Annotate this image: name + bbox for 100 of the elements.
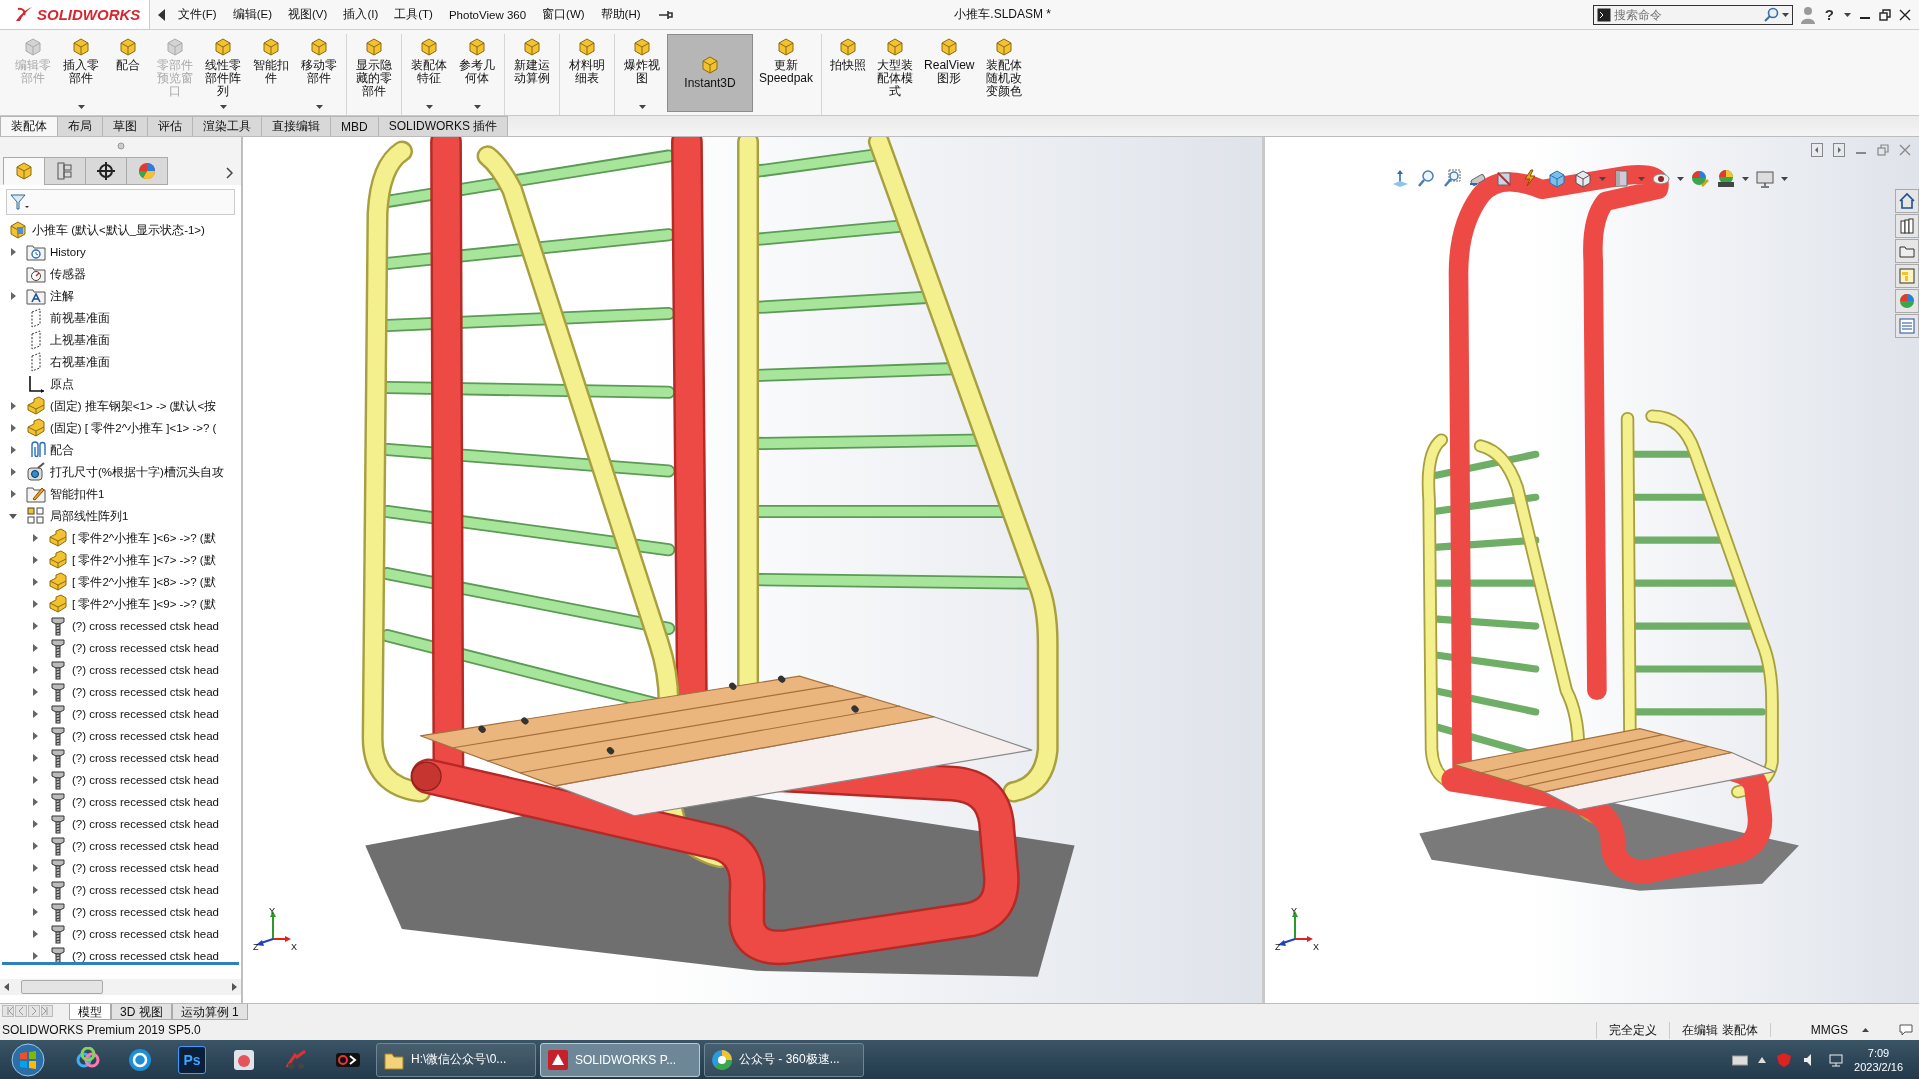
expand-arrow-icon[interactable] xyxy=(9,468,17,476)
tree-item[interactable]: (?) cross recessed ctsk head xyxy=(72,620,219,632)
menu-item[interactable]: 工具(T) xyxy=(388,4,439,25)
command-tab[interactable]: 直接编辑 xyxy=(261,116,331,136)
menu-item[interactable]: 插入(I) xyxy=(337,4,385,25)
scrollbar-thumb[interactable] xyxy=(21,980,103,994)
caret-up-icon[interactable] xyxy=(1862,1028,1869,1032)
toolbar-button[interactable]: 插入零部件 xyxy=(58,34,104,112)
search-field[interactable]: 搜索命令 xyxy=(1592,4,1793,25)
chevron-right-icon[interactable] xyxy=(226,167,233,179)
task-pane-tab[interactable] xyxy=(1895,314,1919,338)
command-tab[interactable]: SOLIDWORKS 插件 xyxy=(377,116,509,136)
tree-item[interactable]: [ 零件2^小推车 ]<8> ->? (默 xyxy=(72,574,216,590)
toolbar-button[interactable]: 配合 xyxy=(106,34,150,112)
tree-item[interactable]: 前视基准面 xyxy=(50,310,110,326)
tree-item[interactable]: 小推车 (默认<默认_显示状态-1>) xyxy=(32,222,205,238)
circle-app-icon[interactable] xyxy=(127,1046,153,1073)
collapse-caret-icon[interactable] xyxy=(158,8,166,21)
tree-item[interactable]: 打孔尺寸(%根据十字)槽沉头自攻 xyxy=(50,464,224,480)
tree-item[interactable]: (?) cross recessed ctsk head xyxy=(72,950,219,962)
wire-cube-icon[interactable] xyxy=(1573,169,1593,189)
tree-item[interactable]: (?) cross recessed ctsk head xyxy=(72,884,219,896)
expand-arrow-icon[interactable] xyxy=(31,842,39,850)
task-pane-tab[interactable] xyxy=(1895,289,1919,313)
toolbar-button[interactable]: 更新 Speedpak xyxy=(755,34,818,112)
expand-arrow-icon[interactable] xyxy=(31,600,39,608)
expand-arrow-icon[interactable] xyxy=(31,622,39,630)
toolbar-button[interactable]: 参考几何体 xyxy=(454,34,500,112)
taskbar-button[interactable]: H:\微信公众号\0... xyxy=(376,1042,536,1077)
document-tab[interactable]: 运动算例 1 xyxy=(171,1004,248,1020)
expand-arrow-icon[interactable] xyxy=(31,886,39,894)
tile-left-icon[interactable] xyxy=(1811,143,1823,157)
tree-item[interactable]: (?) cross recessed ctsk head xyxy=(72,796,219,808)
tree-item[interactable]: History xyxy=(50,246,86,258)
keyboard-icon[interactable] xyxy=(1732,1053,1749,1066)
zoom-icon[interactable] xyxy=(1417,169,1437,189)
expand-arrow-icon[interactable] xyxy=(31,776,39,784)
document-tab[interactable]: 3D 视图 xyxy=(111,1004,172,1020)
menu-item[interactable]: 视图(V) xyxy=(282,4,334,25)
tree-item[interactable]: 注解 xyxy=(50,288,74,304)
task-pane-tab[interactable] xyxy=(1895,189,1919,213)
pin-icon[interactable] xyxy=(658,9,673,20)
tree-item[interactable]: 配合 xyxy=(50,442,74,458)
tree-item[interactable]: 上视基准面 xyxy=(50,332,110,348)
toolbar-button[interactable]: Instant3D xyxy=(667,34,753,112)
tree-item[interactable]: 原点 xyxy=(50,376,74,392)
toolbar-button[interactable]: 爆炸视图 xyxy=(619,34,665,112)
tree-item[interactable]: (?) cross recessed ctsk head xyxy=(72,818,219,830)
tree-item[interactable]: (?) cross recessed ctsk head xyxy=(72,752,219,764)
expand-arrow-icon[interactable] xyxy=(31,754,39,762)
expand-arrow-icon[interactable] xyxy=(9,424,17,432)
expand-arrow-icon[interactable] xyxy=(31,952,39,960)
app-icon[interactable]: Ps xyxy=(178,1045,206,1074)
help-button[interactable]: ? xyxy=(1822,6,1836,23)
tree-item[interactable]: (?) cross recessed ctsk head xyxy=(72,774,219,786)
toolbar-button[interactable]: 智能扣件 xyxy=(248,34,294,112)
tree-item[interactable]: (?) cross recessed ctsk head xyxy=(72,664,219,676)
tree-item[interactable]: (?) cross recessed ctsk head xyxy=(72,730,219,742)
toolbar-button[interactable]: 显示隐藏的零部件 xyxy=(351,34,397,112)
expand-arrow-icon[interactable] xyxy=(31,578,39,586)
command-tab[interactable]: 评估 xyxy=(147,116,193,136)
toolbar-button[interactable]: 装配体特征 xyxy=(406,34,452,112)
splitter-dot-icon[interactable] xyxy=(116,142,125,150)
expand-arrow-icon[interactable] xyxy=(31,644,39,652)
tree-item[interactable]: (?) cross recessed ctsk head xyxy=(72,642,219,654)
expand-arrow-icon[interactable] xyxy=(31,688,39,696)
command-tab[interactable]: 装配体 xyxy=(0,116,58,136)
taskbar-button[interactable]: 公众号 - 360极速... xyxy=(704,1042,864,1077)
tree-item[interactable]: (?) cross recessed ctsk head xyxy=(72,906,219,918)
zoom-area-icon[interactable] xyxy=(1443,169,1463,189)
expand-arrow-icon[interactable] xyxy=(31,820,39,828)
tree-item[interactable]: [ 零件2^小推车 ]<9> ->? (默 xyxy=(72,596,216,612)
network-icon[interactable] xyxy=(1828,1051,1845,1068)
filter-field[interactable] xyxy=(6,189,235,215)
search-input[interactable]: 搜索命令 xyxy=(1613,7,1761,22)
panel-tab[interactable] xyxy=(85,157,127,185)
command-tab[interactable]: 渲染工具 xyxy=(192,116,262,136)
toolbar-button[interactable]: RealView 图形 xyxy=(920,34,979,112)
expand-arrow-icon[interactable] xyxy=(9,292,17,300)
scroll-left-icon[interactable] xyxy=(4,983,9,991)
toolbar-button[interactable]: 线性零部件阵列 xyxy=(200,34,246,112)
menu-item[interactable]: 窗口(W) xyxy=(536,4,591,25)
task-pane-tab[interactable] xyxy=(1895,264,1919,288)
user-icon[interactable] xyxy=(1800,5,1815,24)
task-pane-tab[interactable] xyxy=(1895,214,1919,238)
tree-item[interactable]: 局部线性阵列1 xyxy=(50,508,129,524)
tree-item[interactable]: (?) cross recessed ctsk head xyxy=(72,840,219,852)
toolbar-button[interactable]: 材料明细表 xyxy=(564,34,610,112)
color-sphere-icon[interactable] xyxy=(1690,169,1710,189)
menu-item[interactable]: 文件(F) xyxy=(172,4,223,25)
tile-right-icon[interactable] xyxy=(1833,143,1845,157)
units-selector[interactable]: MMGS xyxy=(1810,1023,1848,1037)
document-tab[interactable]: 模型 xyxy=(69,1004,111,1020)
expand-arrow-icon[interactable] xyxy=(31,534,39,542)
search-icon[interactable] xyxy=(1763,7,1779,22)
close-icon[interactable] xyxy=(1899,8,1911,21)
tree-item[interactable]: 智能扣件1 xyxy=(50,486,105,502)
expand-arrow-icon[interactable] xyxy=(31,908,39,916)
toolbar-button[interactable]: 新建运动算例 xyxy=(509,34,555,112)
expand-arrow-icon[interactable] xyxy=(31,666,39,674)
